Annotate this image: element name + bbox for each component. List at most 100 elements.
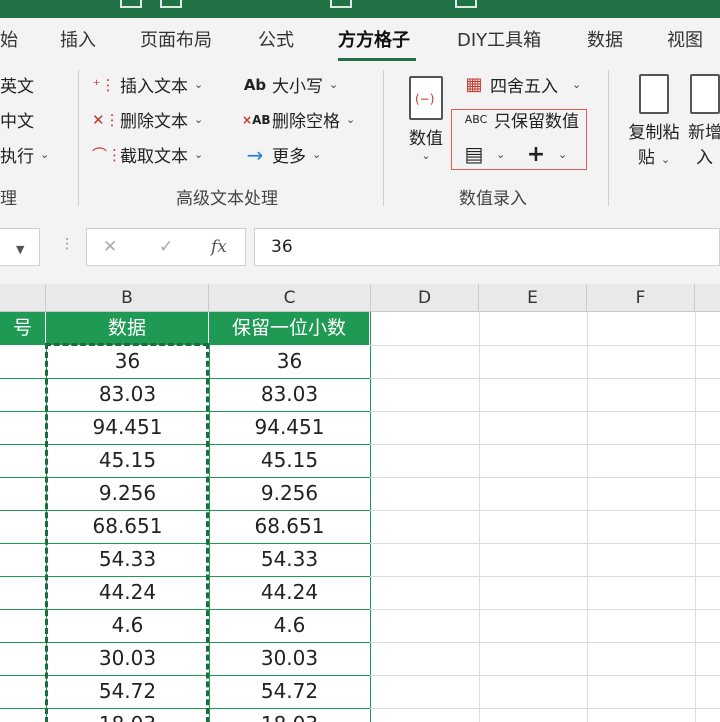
tab-home[interactable]: 始 xyxy=(0,26,18,52)
column-header-d[interactable]: D xyxy=(371,284,479,312)
table-cell[interactable] xyxy=(0,609,46,642)
tab-page-layout[interactable]: 页面布局 xyxy=(140,26,212,52)
extract-text-icon: ⌒⋮ xyxy=(92,146,123,164)
ribbon-chinese-label: 中文 xyxy=(0,112,34,132)
edit-table-icon: ▤ xyxy=(464,142,484,166)
ribbon-english-button[interactable]: 英文 xyxy=(0,72,34,97)
tab-diy-toolbox[interactable]: DIY工具箱 xyxy=(457,26,541,52)
table-cell-rounded[interactable]: 9.256 xyxy=(209,477,370,510)
table-header-cell[interactable]: 保留一位小数 xyxy=(209,312,370,345)
copy-paste-label-1: 复制粘 xyxy=(628,123,680,143)
case-button[interactable]: Ab 大小写 ⌄ xyxy=(242,72,339,98)
copy-paste-label-2: 贴 ⌄ xyxy=(637,148,671,168)
insert-text-button[interactable]: ⁺⋮ 插入文本 ⌄ xyxy=(92,72,204,98)
more-button[interactable]: → 更多 ⌄ xyxy=(242,142,322,168)
table-cell[interactable] xyxy=(0,708,46,722)
table-cell[interactable] xyxy=(0,510,46,543)
tab-view[interactable]: 视图 xyxy=(667,26,703,52)
column-header-b[interactable]: B xyxy=(46,284,209,312)
chevron-down-icon: ⌄ xyxy=(40,148,50,161)
table-cell[interactable] xyxy=(0,345,46,378)
chevron-down-icon: ⌄ xyxy=(572,78,582,91)
table-cell-rounded[interactable]: 54.72 xyxy=(209,675,370,708)
column-header-f[interactable]: F xyxy=(587,284,695,312)
tab-insert[interactable]: 插入 xyxy=(60,26,96,52)
cancel-icon[interactable]: ✕ xyxy=(103,237,117,257)
tab-fangfanggezi[interactable]: 方方格子 xyxy=(338,26,410,52)
chevron-down-icon: ⌄ xyxy=(194,113,204,126)
round-label: 四舍五入 xyxy=(490,77,558,97)
table-cell-rounded[interactable]: 4.6 xyxy=(209,609,370,642)
add-button[interactable]: + ⌄ xyxy=(524,142,567,167)
dropdown-arrow-icon[interactable]: ▼ xyxy=(16,243,24,256)
table-cell-rounded[interactable]: 36 xyxy=(209,345,370,378)
table-cell[interactable] xyxy=(0,378,46,411)
formula-buttons: ✕ ✓ fx xyxy=(86,228,246,266)
more-label: 更多 xyxy=(272,147,306,167)
ribbon-execute-label: 执行 xyxy=(0,147,34,167)
remove-spaces-label: 删除空格 xyxy=(272,112,340,132)
confirm-icon[interactable]: ✓ xyxy=(159,237,173,257)
table-cell-rounded[interactable]: 54.33 xyxy=(209,543,370,576)
window-icon[interactable] xyxy=(160,0,182,8)
numeric-label: 数值 xyxy=(409,129,443,149)
keep-numeric-label: 只保留数值 xyxy=(494,112,579,132)
table-header-cell[interactable]: 数据 xyxy=(46,312,209,345)
case-label: 大小写 xyxy=(272,77,323,97)
window-icon[interactable] xyxy=(455,0,477,8)
chevron-down-icon: ⌄ xyxy=(496,147,506,161)
table-cell[interactable] xyxy=(0,411,46,444)
numeric-button[interactable]: (−) 数值 ⌄ xyxy=(404,76,448,162)
name-box[interactable]: ▼ xyxy=(0,228,40,266)
title-bar xyxy=(0,0,720,18)
window-icon[interactable] xyxy=(330,0,352,8)
abc-icon: ABC xyxy=(464,113,488,126)
copy-paste-button[interactable]: 复制粘 贴 ⌄ xyxy=(622,74,686,168)
table-cell-rounded[interactable]: 68.651 xyxy=(209,510,370,543)
ribbon-tabs: 始 插入 页面布局 公式 方方格子 DIY工具箱 数据 视图 xyxy=(0,18,720,62)
table-cell[interactable] xyxy=(0,576,46,609)
table-cell[interactable] xyxy=(0,675,46,708)
remove-spaces-icon: ×AB xyxy=(242,112,271,127)
chevron-down-icon: ⌄ xyxy=(558,148,568,161)
round-button[interactable]: ▦ 四舍五入 ⌄ xyxy=(462,72,581,97)
table-cell-rounded[interactable]: 94.451 xyxy=(209,411,370,444)
numeric-icon: (−) xyxy=(409,76,443,120)
table-cell-rounded[interactable]: 30.03 xyxy=(209,642,370,675)
arrow-right-icon: → xyxy=(246,142,264,167)
edit-table-button[interactable]: ▤ ⌄ xyxy=(462,142,506,166)
column-header-e[interactable]: E xyxy=(479,284,587,312)
table-cell[interactable] xyxy=(0,477,46,510)
table-cell-rounded[interactable]: 18.03 xyxy=(209,708,370,722)
tab-formulas[interactable]: 公式 xyxy=(258,26,294,52)
keep-numeric-button[interactable]: ABC 只保留数值 xyxy=(462,107,579,132)
ribbon-execute-button[interactable]: 执行 ⌄ xyxy=(0,142,49,167)
table-cell[interactable] xyxy=(0,543,46,576)
chevron-down-icon: ⌄ xyxy=(329,78,339,91)
extract-text-button[interactable]: ⌒⋮ 截取文本 ⌄ xyxy=(92,142,203,167)
formula-input[interactable]: 36 xyxy=(254,228,720,266)
tab-data[interactable]: 数据 xyxy=(587,26,623,52)
new-add-button[interactable]: 新增 入 xyxy=(688,74,720,168)
function-icon[interactable]: fx xyxy=(211,237,227,257)
spreadsheet-grid: B C D E F 号 数据 保留一位小数 36 36 83.03 83.03 94.4… xyxy=(0,284,720,722)
ribbon-chinese-button[interactable]: 中文 xyxy=(0,107,34,132)
ribbon: 英文 中文 执行 ⌄ 理 ⁺⋮ 插入文本 ⌄ ✕⋮ 删除文本 ⌄ ⌒⋮ 截取文本… xyxy=(0,62,720,212)
table-cell-rounded[interactable]: 83.03 xyxy=(209,378,370,411)
active-tab-indicator xyxy=(338,58,416,61)
column-header-g[interactable] xyxy=(695,284,720,312)
table-cell-rounded[interactable]: 44.24 xyxy=(209,576,370,609)
table-header-cell[interactable]: 号 xyxy=(0,312,46,345)
column-header-a[interactable] xyxy=(0,284,46,312)
case-icon: Ab xyxy=(243,75,267,94)
remove-spaces-button[interactable]: ×AB 删除空格 ⌄ xyxy=(242,107,355,132)
round-icon: ▦ xyxy=(465,74,483,95)
drag-handle-icon[interactable]: ⋮ xyxy=(60,236,74,252)
window-icon[interactable] xyxy=(120,0,142,8)
table-cell[interactable] xyxy=(0,444,46,477)
delete-text-button[interactable]: ✕⋮ 删除文本 ⌄ xyxy=(92,107,204,133)
table-cell-rounded[interactable]: 45.15 xyxy=(209,444,370,477)
table-cell[interactable] xyxy=(0,642,46,675)
plus-icon: + xyxy=(526,142,546,167)
column-header-c[interactable]: C xyxy=(209,284,371,312)
